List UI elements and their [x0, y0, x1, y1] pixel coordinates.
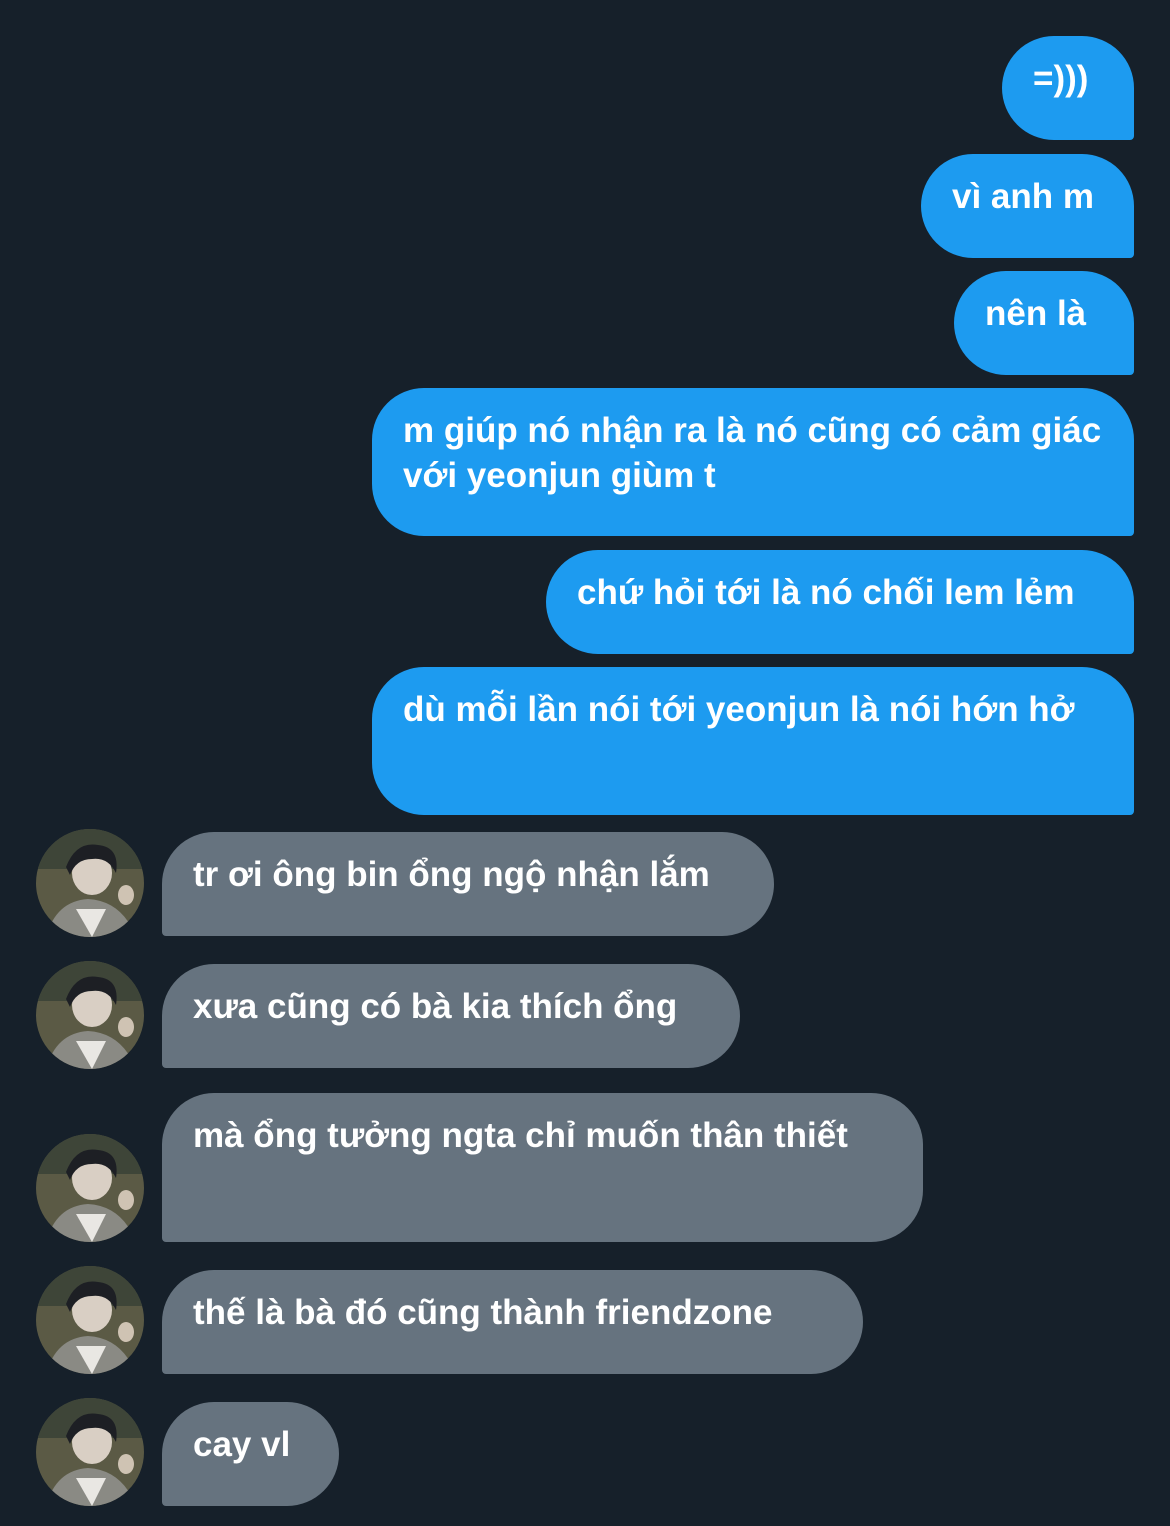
sent-message-bubble[interactable]: chứ hỏi tới là nó chối lem lẻm	[546, 550, 1134, 654]
avatar[interactable]	[36, 1134, 144, 1242]
avatar[interactable]	[36, 1398, 144, 1506]
profile-photo-avatar-icon	[36, 961, 144, 1069]
avatar[interactable]	[36, 829, 144, 937]
profile-photo-avatar-icon	[36, 1266, 144, 1374]
received-message-bubble[interactable]: tr ơi ông bin ổng ngộ nhận lắm	[162, 832, 774, 936]
sent-message-bubble[interactable]: dù mỗi lần nói tới yeonjun là nói hớn hở	[372, 667, 1134, 815]
avatar[interactable]	[36, 1266, 144, 1374]
received-message-bubble[interactable]: xưa cũng có bà kia thích ổng	[162, 964, 740, 1068]
sent-message-bubble[interactable]: vì anh m	[921, 154, 1134, 258]
chat-thread: =))) vì anh m nên là m giúp nó nhận ra l…	[0, 0, 1170, 1526]
avatar[interactable]	[36, 961, 144, 1069]
received-message-bubble[interactable]: cay vl	[162, 1402, 339, 1506]
sent-message-bubble[interactable]: m giúp nó nhận ra là nó cũng có cảm giác…	[372, 388, 1134, 536]
profile-photo-avatar-icon	[36, 1134, 144, 1242]
profile-photo-avatar-icon	[36, 829, 144, 937]
sent-message-bubble[interactable]: =)))	[1002, 36, 1134, 140]
sent-message-bubble[interactable]: nên là	[954, 271, 1134, 375]
received-message-bubble[interactable]: mà ổng tưởng ngta chỉ muốn thân thiết	[162, 1093, 923, 1242]
received-message-bubble[interactable]: thế là bà đó cũng thành friendzone	[162, 1270, 863, 1374]
profile-photo-avatar-icon	[36, 1398, 144, 1506]
